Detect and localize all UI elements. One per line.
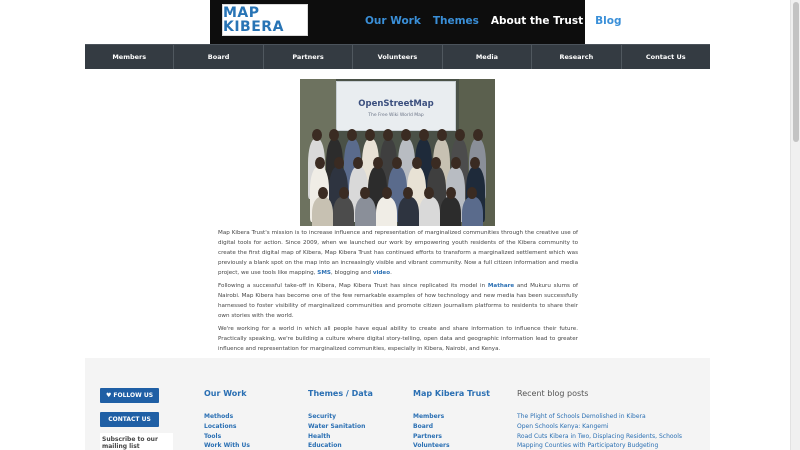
blog-post-link[interactable]: The Plight of Schools Demolished in Kibe… <box>517 412 682 422</box>
photo-person-head <box>317 187 328 199</box>
photo-person-figure <box>376 197 398 226</box>
mission-text-mid: , blogging and <box>330 270 372 276</box>
footer-column-our-work: Our Work Methods Locations Tools Work Wi… <box>204 389 250 450</box>
photo-person-head <box>472 129 483 141</box>
nav-item-research[interactable]: Research <box>532 45 622 69</box>
photo-person-head <box>411 157 422 169</box>
main-navigation: Members Board Partners Volunteers Media … <box>85 44 710 69</box>
page-container: MAP KIBERA Our Work Themes About the Tru… <box>85 0 710 450</box>
nav-item-partners[interactable]: Partners <box>264 45 354 69</box>
photo-person-figure <box>312 197 333 226</box>
photo-banner-subtitle: The Free Wiki World Map <box>368 113 424 118</box>
footer-link-tools[interactable]: Tools <box>204 432 250 442</box>
photo-person-head <box>450 157 461 169</box>
photo-person-head <box>470 157 481 169</box>
page-scrollbar[interactable] <box>790 0 800 450</box>
topnav-about-the-trust[interactable]: About the Trust <box>491 15 583 27</box>
replication-paragraph: Following a successful take-off in Kiber… <box>218 281 578 321</box>
mission-text-end: . <box>390 270 392 276</box>
photo-person-figure <box>440 197 462 226</box>
photo-person-head <box>311 129 322 141</box>
mission-text: Map Kibera Trust's mission is to increas… <box>218 230 578 276</box>
footer-link-health[interactable]: Health <box>308 432 373 442</box>
mission-paragraph: Map Kibera Trust's mission is to increas… <box>218 228 578 278</box>
photo-person-figure <box>418 197 440 226</box>
photo-person-head <box>436 129 447 141</box>
topnav-blog[interactable]: Blog <box>595 15 621 27</box>
blog-post-link[interactable]: Mapping Counties with Participatory Budg… <box>517 441 682 450</box>
subscribe-label: Subscribe to our mailing list <box>102 436 158 450</box>
blog-post-link[interactable]: Open Schools Kenya: Kangemi <box>517 422 682 432</box>
photo-banner-title: OpenStreetMap <box>358 99 434 109</box>
mailing-list-signup: Subscribe to our mailing list <box>100 433 173 450</box>
blog-post-link[interactable]: Road Cuts Kibera in Two, Displacing Resi… <box>517 432 682 442</box>
footer-link-board[interactable]: Board <box>413 422 490 432</box>
site-logo[interactable]: MAP KIBERA <box>222 4 308 36</box>
footer-link-education[interactable]: Education <box>308 441 373 450</box>
photo-person-head <box>333 157 344 169</box>
footer-link-security[interactable]: Security <box>308 412 373 422</box>
photo-person-figure <box>354 197 376 226</box>
top-navigation: Our Work Themes About the Trust Blog <box>365 15 621 27</box>
contact-us-button[interactable]: CONTACT US <box>100 412 159 427</box>
footer-title-recent-blog-posts: Recent blog posts <box>517 389 589 398</box>
nav-item-volunteers[interactable]: Volunteers <box>353 45 443 69</box>
site-header: MAP KIBERA Our Work Themes About the Tru… <box>85 0 710 44</box>
photo-person-figure <box>397 197 419 226</box>
nav-item-board[interactable]: Board <box>174 45 264 69</box>
footer-column-map-kibera-trust: Map Kibera Trust Members Board Partners … <box>413 389 490 450</box>
photo-person-figure <box>461 197 483 226</box>
footer-title-themes-data[interactable]: Themes / Data <box>308 389 373 398</box>
footer-link-locations[interactable]: Locations <box>204 422 250 432</box>
topnav-our-work[interactable]: Our Work <box>365 15 421 27</box>
footer-column-themes-data: Themes / Data Security Water Sanitation … <box>308 389 373 450</box>
photo-person-head <box>403 187 413 199</box>
photo-person-head <box>454 129 465 141</box>
group-photo: OpenStreetMap The Free Wiki World Map <box>300 79 495 226</box>
photo-banner: OpenStreetMap The Free Wiki World Map <box>336 81 456 131</box>
photo-person-head <box>338 187 349 199</box>
footer-link-water-sanitation[interactable]: Water Sanitation <box>308 422 373 432</box>
nav-item-contact-us[interactable]: Contact Us <box>622 45 710 69</box>
photo-person-head <box>372 157 383 169</box>
footer-link-work-with-us[interactable]: Work With Us <box>204 441 250 450</box>
photo-person-head <box>314 157 325 169</box>
footer-column-recent-blog-posts: Recent blog posts The Plight of Schools … <box>517 389 682 450</box>
footer-link-partners[interactable]: Partners <box>413 432 490 442</box>
nav-item-members[interactable]: Members <box>85 45 175 69</box>
follow-us-button[interactable]: ♥ FOLLOW US <box>100 388 159 403</box>
nav-item-media[interactable]: Media <box>443 45 533 69</box>
photo-person-head <box>381 187 392 199</box>
vision-paragraph: We're working for a world in which all p… <box>218 326 578 352</box>
logo-text: MAP KIBERA <box>223 5 284 35</box>
scrollbar-thumb[interactable] <box>793 2 799 142</box>
mathare-link[interactable]: Mathare <box>488 283 514 289</box>
footer-link-members[interactable]: Members <box>413 412 490 422</box>
photo-person-head <box>401 129 411 141</box>
footer-title-map-kibera-trust[interactable]: Map Kibera Trust <box>413 389 490 398</box>
photo-person-figure <box>333 197 355 226</box>
replication-text-before: Following a successful take-off in Kiber… <box>218 283 486 289</box>
topnav-themes[interactable]: Themes <box>433 15 479 27</box>
sms-link[interactable]: SMS <box>317 270 331 276</box>
photo-person-head <box>445 187 456 199</box>
photo-person-head <box>418 129 429 141</box>
footer-link-volunteers[interactable]: Volunteers <box>413 441 490 450</box>
footer-title-our-work[interactable]: Our Work <box>204 389 250 398</box>
footer-link-methods[interactable]: Methods <box>204 412 250 422</box>
video-link[interactable]: video <box>373 270 390 276</box>
